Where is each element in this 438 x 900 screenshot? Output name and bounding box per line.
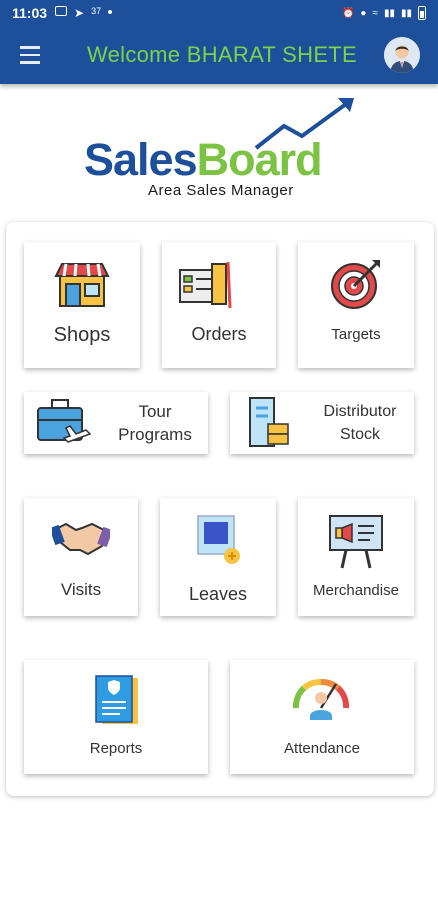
- logo-sales: Sales: [84, 134, 198, 185]
- status-notification-icons: ➤ 37: [55, 6, 113, 20]
- tile-distributor-stock[interactable]: Distributor Stock: [230, 392, 414, 454]
- tile-targets[interactable]: Targets: [298, 242, 414, 368]
- signal-icon-1: ▮▮: [383, 7, 395, 19]
- menu-grid-panel: Shops Orders Targets Tour Programs Distr…: [6, 222, 434, 796]
- leaves-icon: [197, 515, 240, 564]
- tile-attendance[interactable]: Attendance: [230, 660, 414, 774]
- logo-board: Board: [196, 134, 323, 185]
- status-system-icons: ⏰ ● ≈ ▮▮ ▮▮: [342, 6, 426, 20]
- suitcase-plane-icon: [37, 399, 92, 443]
- tile-leaves[interactable]: Leaves: [160, 498, 276, 616]
- distributor-stock-line-2: Stock: [339, 426, 380, 443]
- signal-count: 37: [91, 6, 102, 16]
- attendance-gauge-icon: [292, 679, 350, 720]
- tile-visits[interactable]: Visits: [24, 498, 138, 616]
- tile-merchandise-label: Merchandise: [313, 582, 399, 599]
- tile-orders-label: Orders: [191, 324, 247, 344]
- tile-distributor-stock-label: Distributor Stock: [312, 400, 408, 446]
- handshake-icon: [52, 522, 110, 556]
- stock-icon: [249, 397, 289, 447]
- tile-reports-label: Reports: [89, 740, 143, 757]
- alarm-icon: ⏰: [341, 7, 355, 19]
- tour-programs-line-2: Programs: [118, 425, 192, 444]
- tile-attendance-label: Attendance: [284, 740, 360, 757]
- tile-shops[interactable]: Shops: [24, 242, 140, 368]
- status-time: 11:03: [12, 5, 48, 21]
- hamburger-menu-icon[interactable]: [0, 26, 60, 84]
- wifi-icon: ≈: [372, 7, 378, 19]
- status-bar: 11:03 ➤ 37 ⏰ ● ≈ ▮▮ ▮▮: [0, 0, 438, 26]
- tile-shops-label: Shops: [53, 324, 111, 346]
- tile-tour-programs-label: Tour Programs: [110, 400, 200, 446]
- signal-icon-2: ▮▮: [400, 7, 412, 19]
- target-icon: [331, 260, 380, 309]
- app-bar: Welcome BHARAT SHETE: [0, 26, 438, 84]
- salesboard-logo: SalesBoard Area Sales Manager: [84, 96, 364, 204]
- battery-icon: [418, 6, 426, 20]
- logo-wordmark: SalesBoard: [84, 134, 323, 186]
- dot-icon: [108, 10, 113, 14]
- shop-icon: [54, 263, 110, 307]
- tile-orders[interactable]: Orders: [162, 242, 276, 368]
- location-icon: ●: [360, 7, 367, 19]
- logo-subtitle: Area Sales Manager: [148, 182, 294, 199]
- tour-programs-line-1: Tour: [138, 402, 172, 421]
- tile-leaves-label: Leaves: [188, 584, 248, 604]
- orders-icon: [179, 261, 232, 309]
- tile-visits-label: Visits: [60, 580, 102, 599]
- distributor-stock-line-1: Distributor: [323, 403, 397, 420]
- tile-merchandise[interactable]: Merchandise: [298, 498, 414, 616]
- telegram-icon: ➤: [74, 6, 85, 20]
- billboard-icon: [329, 515, 383, 569]
- user-avatar[interactable]: [384, 37, 420, 73]
- reports-icon: [95, 675, 138, 724]
- message-icon: [55, 6, 68, 16]
- tile-tour-programs[interactable]: Tour Programs: [24, 392, 208, 454]
- tile-targets-label: Targets: [331, 326, 381, 343]
- tile-reports[interactable]: Reports: [24, 660, 208, 774]
- app-bar-title: Welcome BHARAT SHETE: [86, 42, 358, 67]
